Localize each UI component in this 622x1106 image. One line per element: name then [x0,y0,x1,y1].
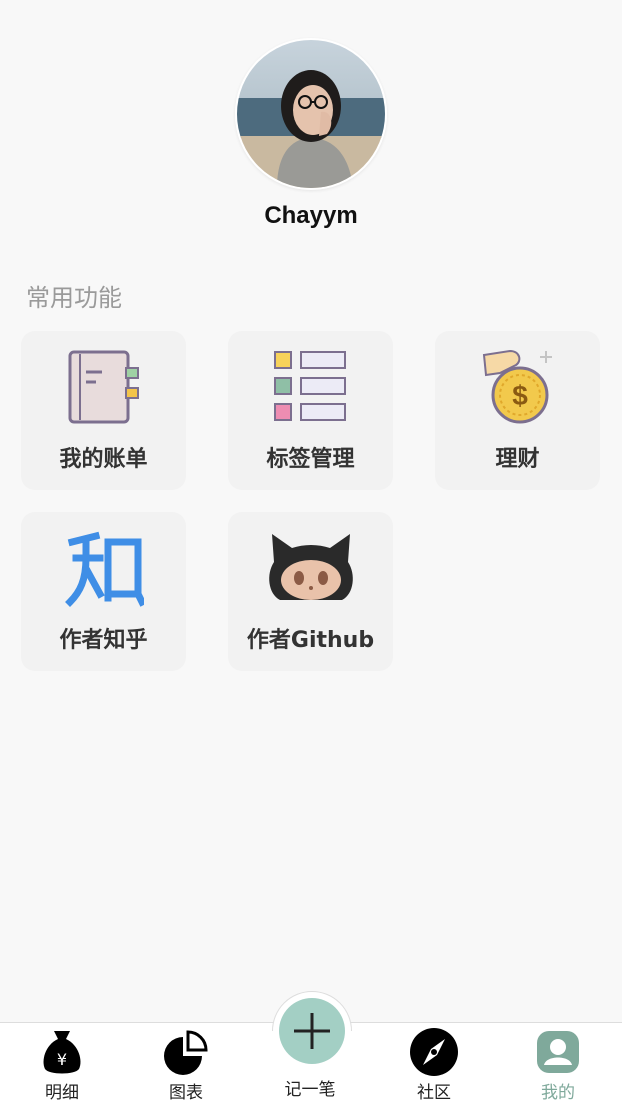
feature-label: 理财 [495,447,540,472]
svg-text:¥: ¥ [57,1050,67,1069]
tab-mine[interactable]: 我的 [496,1023,620,1106]
feature-label: 作者知乎 [59,628,148,653]
tab-label: 记一笔 [284,1080,336,1100]
zhihu-icon [21,528,186,608]
coin-hand-icon: $ [435,347,600,427]
tab-details[interactable]: ¥ 明细 [0,1023,124,1106]
profile-header: Chayym [0,38,622,230]
pie-chart-icon [161,1027,211,1077]
notebook-icon [21,347,186,427]
tag-list-icon [228,347,393,427]
tab-charts[interactable]: 图表 [124,1023,248,1106]
compass-icon [409,1027,459,1077]
username: Chayym [264,202,358,229]
avatar[interactable] [235,38,387,190]
svg-text:$: $ [512,380,528,411]
feature-tile-zhihu[interactable]: 作者知乎 [21,512,186,671]
feature-label: 我的账单 [59,447,148,472]
feature-tile-github[interactable]: 作者Github [228,512,393,671]
section-title: 常用功能 [26,284,122,312]
feature-tile-finance[interactable]: $ 理财 [435,331,600,490]
plus-icon [294,1013,330,1049]
tab-label: 我的 [541,1083,575,1103]
github-octocat-icon [228,528,393,608]
money-bag-icon: ¥ [37,1027,87,1077]
feature-tile-tags[interactable]: 标签管理 [228,331,393,490]
tab-label: 图表 [169,1083,203,1103]
feature-label: 标签管理 [266,447,355,472]
user-icon [533,1027,583,1077]
tab-community[interactable]: 社区 [372,1023,496,1106]
feature-label: 作者Github [246,628,375,653]
add-record-button[interactable] [279,998,345,1064]
tab-label: 社区 [417,1083,451,1103]
tab-label: 明细 [45,1083,79,1103]
feature-tile-bills[interactable]: 我的账单 [21,331,186,490]
